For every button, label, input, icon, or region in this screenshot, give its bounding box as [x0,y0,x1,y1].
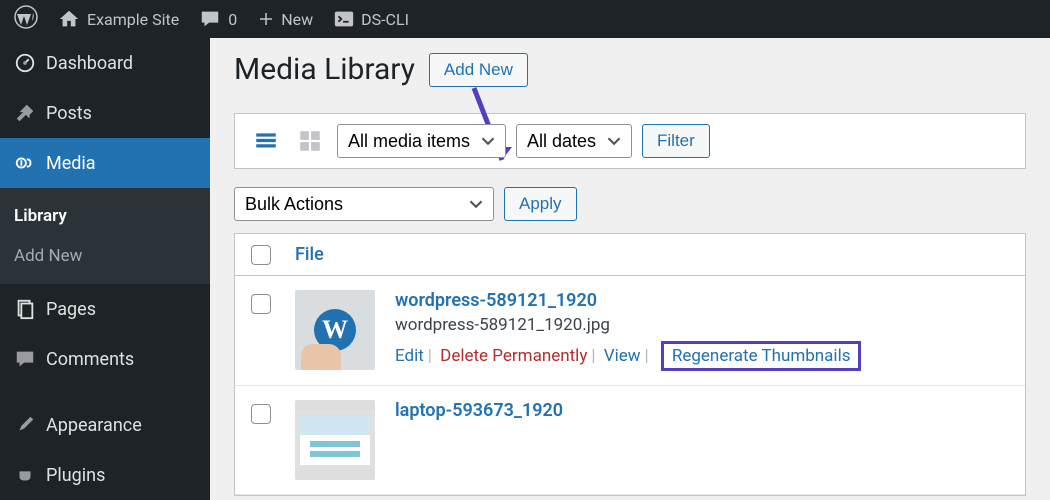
view-link[interactable]: View [604,346,641,366]
sidebar-subitem-addnew[interactable]: Add New [0,236,210,276]
sidebar-label: Pages [46,299,96,320]
wp-logo[interactable] [4,0,48,38]
pin-icon [14,102,36,124]
list-view-button[interactable] [249,124,283,158]
column-file[interactable]: File [295,244,324,265]
page-title: Media Library [234,52,415,87]
bulk-actions-select[interactable]: Bulk Actions [234,187,494,221]
ds-cli-link[interactable]: DS-CLI [323,0,419,38]
pages-icon [14,298,36,320]
media-type-select[interactable]: All media items [337,124,506,158]
regenerate-highlight: Regenerate Thumbnails [661,341,862,371]
terminal-icon [333,8,355,30]
sidebar-item-plugins[interactable]: Plugins [0,450,210,500]
media-thumbnail[interactable] [295,400,375,480]
grid-view-button[interactable] [293,124,327,158]
regenerate-thumbnails-link[interactable]: Regenerate Thumbnails [672,346,851,366]
admin-sidebar: Dashboard Posts Media Library Add New Pa… [0,38,210,500]
plug-icon [14,464,36,486]
wordpress-icon [14,5,38,33]
dashboard-icon [14,52,36,74]
sidebar-item-comments[interactable]: Comments [0,334,210,384]
sidebar-label: Posts [46,103,92,124]
select-all-checkbox[interactable] [251,245,271,265]
new-content-link[interactable]: New [247,0,323,38]
main-content: Media Library Add New All media items Al… [210,38,1050,500]
site-name: Example Site [87,10,179,29]
admin-toolbar: Example Site 0 New DS-CLI [0,0,1050,38]
media-icon [14,152,36,174]
edit-link[interactable]: Edit [395,346,424,366]
filter-button[interactable]: Filter [642,124,710,158]
row-checkbox[interactable] [251,294,271,314]
apply-button[interactable]: Apply [504,187,577,221]
sidebar-item-appearance[interactable]: Appearance [0,400,210,450]
comment-icon [14,348,36,370]
new-label: New [281,10,313,29]
table-row: W wordpress-589121_1920 wordpress-589121… [235,276,1025,386]
sidebar-label: Media [46,153,96,174]
page-header: Media Library Add New [234,52,1026,87]
add-new-button[interactable]: Add New [429,53,528,87]
sidebar-item-posts[interactable]: Posts [0,88,210,138]
sidebar-label: Dashboard [46,53,133,74]
media-table: File W wordpress-589121_1920 wordpress-5… [234,233,1026,496]
media-title[interactable]: wordpress-589121_1920 [395,290,1009,311]
table-header: File [235,234,1025,276]
comment-count: 0 [228,10,237,29]
bulk-actions-row: Bulk Actions Apply [234,187,1026,221]
media-filters: All media items All dates Filter [234,113,1026,169]
table-row: laptop-593673_1920 [235,386,1025,495]
grid-icon [297,128,323,154]
sidebar-item-dashboard[interactable]: Dashboard [0,38,210,88]
media-thumbnail[interactable]: W [295,290,375,370]
brush-icon [14,414,36,436]
sidebar-label: Comments [46,349,134,370]
sidebar-label: Plugins [46,465,105,486]
sidebar-item-media[interactable]: Media [0,138,210,188]
sidebar-item-pages[interactable]: Pages [0,284,210,334]
delete-link[interactable]: Delete Permanently [440,346,587,366]
home-icon [58,8,80,30]
row-actions: Edit| Delete Permanently| View| Regenera… [395,341,1009,371]
dates-select[interactable]: All dates [516,124,632,158]
media-filename: wordpress-589121_1920.jpg [395,315,1009,335]
row-checkbox[interactable] [251,404,271,424]
cli-label: DS-CLI [361,10,409,29]
comments-link[interactable]: 0 [189,0,247,38]
comment-icon [199,8,221,30]
site-link[interactable]: Example Site [48,0,189,38]
plus-icon [257,10,275,28]
list-icon [253,128,279,154]
sidebar-media-submenu: Library Add New [0,188,210,284]
sidebar-label: Appearance [46,415,142,436]
sidebar-subitem-library[interactable]: Library [0,196,210,236]
media-title[interactable]: laptop-593673_1920 [395,400,1009,421]
